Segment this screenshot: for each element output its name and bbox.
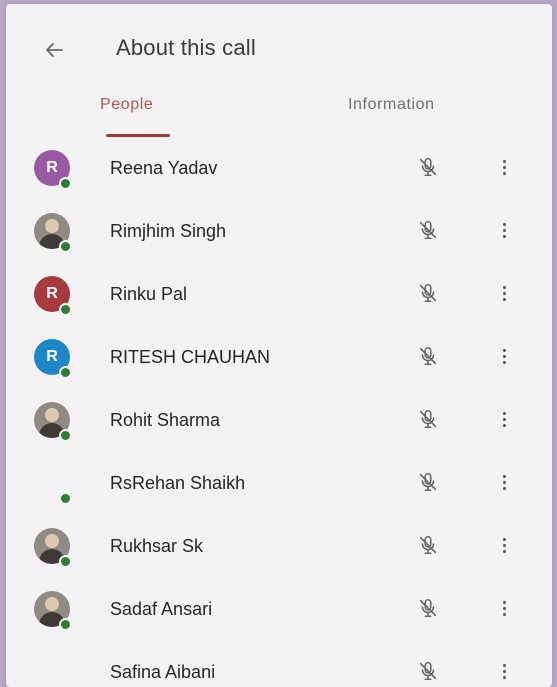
participant-row[interactable]: RsRehan Shaikh (6, 451, 552, 514)
participant-name: Reena Yadav (110, 158, 218, 178)
participant-name: Rinku Pal (110, 284, 188, 304)
participant-name: Safina Aibani (110, 662, 216, 682)
avatar-placeholder (34, 654, 70, 687)
more-vert-icon-dot (502, 474, 506, 478)
more-vert-icon-dot (502, 411, 506, 415)
online-status-dot (59, 366, 72, 379)
more-vert-icon-dot (502, 537, 506, 541)
more-options-button[interactable] (494, 342, 514, 370)
avatar-photo-head (45, 597, 59, 611)
more-vert-icon-dot (502, 222, 506, 226)
more-vert-icon-dot (502, 600, 506, 604)
avatar-initial: R (46, 159, 58, 176)
more-options-button[interactable] (494, 657, 514, 685)
more-vert-icon-dot (502, 171, 506, 175)
participant-name: Rukhsar Sk (110, 536, 204, 556)
mic-off-icon (414, 153, 442, 181)
more-vert-icon-dot (502, 663, 506, 667)
more-vert-icon-dot (502, 285, 506, 289)
more-vert-icon-dot (502, 417, 506, 421)
more-options-button[interactable] (494, 594, 514, 622)
online-status-dot (59, 177, 72, 190)
arrow-left-icon (46, 43, 63, 57)
online-status-dot (59, 303, 72, 316)
participant-name: Rohit Sharma (110, 410, 221, 430)
avatar-photo-head (45, 219, 59, 233)
online-status-dot (59, 618, 72, 631)
avatar-photo-head (45, 408, 59, 422)
participant-row[interactable]: R RITESH CHAUHAN (6, 325, 552, 388)
mic-off-icon (414, 531, 442, 559)
more-options-button[interactable] (494, 531, 514, 559)
participant-row[interactable]: Rukhsar Sk (6, 514, 552, 577)
mic-off-icon (414, 216, 442, 244)
mic-off-icon (414, 657, 442, 685)
participant-name: RsRehan Shaikh (110, 473, 246, 493)
participant-row[interactable]: R Reena Yadav (6, 136, 552, 199)
more-options-button[interactable] (494, 405, 514, 433)
more-vert-icon-dot (502, 165, 506, 169)
more-vert-icon-dot (502, 423, 506, 427)
more-vert-icon-dot (502, 291, 506, 295)
more-vert-icon-dot (502, 606, 506, 610)
more-vert-icon-dot (502, 612, 506, 616)
more-vert-icon-dot (502, 228, 506, 232)
header: About this call (6, 4, 552, 86)
more-vert-icon-dot (502, 297, 506, 301)
tab-people[interactable]: People (100, 96, 153, 114)
more-options-button[interactable] (494, 153, 514, 181)
participant-name: Rimjhim Singh (110, 221, 227, 241)
online-status-dot (59, 492, 72, 505)
participant-row[interactable]: R Rinku Pal (6, 262, 552, 325)
participant-row[interactable]: Sadaf Ansari (6, 577, 552, 640)
back-button[interactable] (36, 32, 72, 68)
mic-off-icon (414, 594, 442, 622)
participant-row[interactable]: Rimjhim Singh (6, 199, 552, 262)
more-options-button[interactable] (494, 468, 514, 496)
participant-row[interactable]: Safina Aibani (6, 640, 552, 687)
online-status-dot (59, 429, 72, 442)
tab-bar: People Information (6, 90, 552, 142)
more-vert-icon-dot (502, 486, 506, 490)
more-vert-icon-dot (502, 543, 506, 547)
more-vert-icon-dot (502, 480, 506, 484)
more-vert-icon-dot (502, 549, 506, 553)
participant-row[interactable]: Rohit Sharma (6, 388, 552, 451)
more-vert-icon-dot (502, 360, 506, 364)
page-title: About this call (116, 35, 256, 60)
avatar-initial: R (46, 348, 58, 365)
participant-list: R Reena Yadav Rimjhim Singh R Rinku Pal R RITE… (6, 136, 552, 687)
mic-off-icon (414, 468, 442, 496)
more-options-button[interactable] (494, 216, 514, 244)
mic-off-icon (414, 405, 442, 433)
more-options-button[interactable] (494, 279, 514, 307)
participant-name: RITESH CHAUHAN (110, 347, 271, 367)
more-vert-icon-dot (502, 354, 506, 358)
tab-information[interactable]: Information (348, 96, 435, 114)
mic-off-icon (414, 342, 442, 370)
online-status-dot (59, 240, 72, 253)
more-vert-icon-dot (502, 669, 506, 673)
call-details-panel: About this call People Information R Reen… (6, 4, 552, 687)
more-vert-icon-dot (502, 234, 506, 238)
more-vert-icon-dot (502, 159, 506, 163)
more-vert-icon-dot (502, 675, 506, 679)
online-status-dot (59, 555, 72, 568)
avatar-photo-head (45, 534, 59, 548)
mic-off-icon (414, 279, 442, 307)
participant-name: Sadaf Ansari (110, 599, 213, 619)
more-vert-icon-dot (502, 348, 506, 352)
avatar-initial: R (46, 285, 58, 302)
